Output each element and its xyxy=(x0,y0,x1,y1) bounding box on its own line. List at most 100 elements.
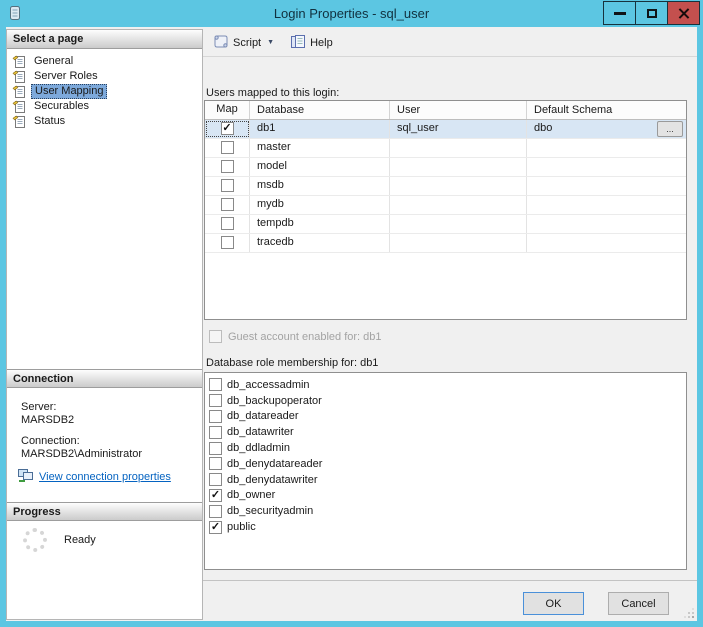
sidebar-item-server-roles[interactable]: Server Roles xyxy=(7,69,202,84)
sidebar-item-securables[interactable]: Securables xyxy=(7,99,202,114)
minimize-button[interactable] xyxy=(603,1,636,25)
map-cell[interactable] xyxy=(205,158,250,176)
page-icon xyxy=(12,70,27,84)
role-item-db-datareader[interactable]: db_datareader xyxy=(209,409,686,425)
content-panel: Script ▼ Help Users mapped to this login… xyxy=(203,27,697,621)
select-page-header: Select a page xyxy=(7,30,202,49)
role-label: db_accessadmin xyxy=(227,378,310,391)
sidebar-item-status[interactable]: Status xyxy=(7,114,202,129)
progress-spinner-icon xyxy=(23,528,47,552)
role-item-db-ddladmin[interactable]: db_ddladmin xyxy=(209,440,686,456)
progress-status: Ready xyxy=(64,534,96,546)
role-checkbox[interactable] xyxy=(209,425,222,439)
column-header-map[interactable]: Map xyxy=(205,101,250,119)
schema-cell xyxy=(527,158,686,176)
role-item-db-accessadmin[interactable]: db_accessadmin xyxy=(209,377,686,393)
map-checkbox[interactable] xyxy=(220,141,234,154)
map-cell[interactable] xyxy=(205,234,250,252)
cancel-button[interactable]: Cancel xyxy=(608,592,669,615)
role-membership-list: db_accessadmin db_backupoperator db_datare… xyxy=(204,372,687,570)
title-bar: Login Properties - sql_user xyxy=(0,0,703,27)
role-item-db-denydatawriter[interactable]: db_denydatawriter xyxy=(209,472,686,488)
role-label: db_backupoperator xyxy=(227,394,322,407)
users-mapped-label: Users mapped to this login: xyxy=(206,87,340,99)
connection-properties-icon xyxy=(17,468,34,486)
database-cell: model xyxy=(250,158,390,176)
table-row[interactable]: model xyxy=(205,158,686,177)
schema-cell xyxy=(527,177,686,195)
mapping-table-header: Map Database User Default Schema xyxy=(205,101,686,120)
table-row[interactable]: mydb xyxy=(205,196,686,215)
map-cell[interactable] xyxy=(205,196,250,214)
role-checkbox[interactable] xyxy=(209,409,222,423)
role-checkbox[interactable] xyxy=(209,394,222,408)
browse-schema-button[interactable]: ... xyxy=(657,121,683,137)
map-checkbox[interactable] xyxy=(220,217,234,230)
sidebar-item-general[interactable]: General xyxy=(7,54,202,69)
sidebar-item-label: User Mapping xyxy=(31,84,108,99)
role-label: db_securityadmin xyxy=(227,505,314,518)
map-cell[interactable]: ✓ xyxy=(205,120,250,138)
resize-grip[interactable] xyxy=(681,605,695,619)
select-page-list: General Server Roles User Mapping Securable… xyxy=(7,54,202,129)
database-cell: mydb xyxy=(250,196,390,214)
help-icon xyxy=(290,34,306,52)
map-cell[interactable] xyxy=(205,177,250,195)
page-icon xyxy=(12,85,27,99)
column-header-user[interactable]: User xyxy=(390,101,527,119)
map-cell[interactable] xyxy=(205,215,250,233)
schema-cell xyxy=(527,234,686,252)
column-header-database[interactable]: Database xyxy=(250,101,390,119)
script-dropdown-arrow-icon[interactable]: ▼ xyxy=(267,39,274,46)
script-button[interactable]: Script ▼ xyxy=(208,32,279,54)
help-label: Help xyxy=(310,36,333,49)
mapping-table-body: ✓ db1 sql_user dbo... master model msdb mydb tem… xyxy=(205,120,686,253)
help-button[interactable]: Help xyxy=(285,32,338,54)
table-row[interactable]: tracedb xyxy=(205,234,686,253)
close-button[interactable] xyxy=(667,1,700,25)
role-item-db-owner[interactable]: ✓ db_owner xyxy=(209,488,686,504)
guest-account-checkbox xyxy=(209,330,222,343)
role-checkbox[interactable] xyxy=(209,378,222,392)
footer-divider xyxy=(203,580,697,581)
role-item-public[interactable]: ✓ public xyxy=(209,519,686,535)
maximize-button[interactable] xyxy=(635,1,668,25)
schema-cell xyxy=(527,139,686,157)
table-row[interactable]: master xyxy=(205,139,686,158)
window-controls xyxy=(603,1,700,25)
script-label: Script xyxy=(233,36,262,49)
table-row[interactable]: ✓ db1 sql_user dbo... xyxy=(205,120,686,139)
role-checkbox[interactable] xyxy=(209,441,222,455)
role-item-db-backupoperator[interactable]: db_backupoperator xyxy=(209,393,686,409)
sidebar-item-label: Status xyxy=(34,115,66,127)
role-label: db_datawriter xyxy=(227,426,294,439)
role-checkbox[interactable] xyxy=(209,504,222,518)
map-checkbox[interactable] xyxy=(220,198,234,211)
role-checkbox[interactable]: ✓ xyxy=(209,520,222,534)
role-checkbox[interactable] xyxy=(209,473,222,487)
role-item-db-securityadmin[interactable]: db_securityadmin xyxy=(209,503,686,519)
role-checkbox[interactable]: ✓ xyxy=(209,488,222,502)
column-header-default-schema[interactable]: Default Schema xyxy=(527,101,686,119)
ok-button[interactable]: OK xyxy=(523,592,584,615)
map-checkbox[interactable] xyxy=(220,236,234,249)
script-icon xyxy=(213,34,229,52)
schema-cell: dbo... xyxy=(527,120,686,138)
database-cell: db1 xyxy=(250,120,390,138)
table-row[interactable]: msdb xyxy=(205,177,686,196)
role-label: db_ddladmin xyxy=(227,442,290,455)
sidebar-item-user-mapping[interactable]: User Mapping xyxy=(7,84,202,99)
role-membership-label: Database role membership for: db1 xyxy=(206,357,379,369)
map-checkbox[interactable] xyxy=(220,160,234,173)
minimize-icon xyxy=(613,11,626,15)
table-row[interactable]: tempdb xyxy=(205,215,686,234)
role-item-db-datawriter[interactable]: db_datawriter xyxy=(209,424,686,440)
view-connection-properties-link[interactable]: View connection properties xyxy=(39,471,171,483)
role-checkbox[interactable] xyxy=(209,457,222,471)
map-checkbox[interactable]: ✓ xyxy=(220,122,234,135)
role-item-db-denydatareader[interactable]: db_denydatareader xyxy=(209,456,686,472)
guest-account-label: Guest account enabled for: db1 xyxy=(228,330,382,343)
user-cell: sql_user xyxy=(390,120,527,138)
map-checkbox[interactable] xyxy=(220,179,234,192)
map-cell[interactable] xyxy=(205,139,250,157)
